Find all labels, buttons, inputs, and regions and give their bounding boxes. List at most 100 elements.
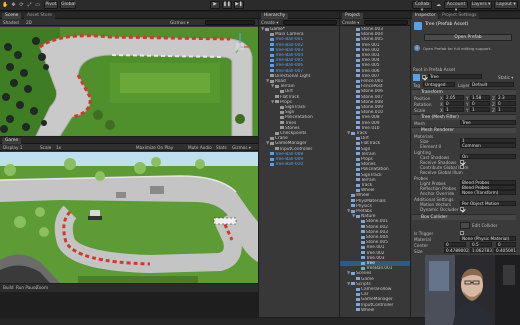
gameobject-icon [270, 162, 274, 166]
collider-material-field[interactable]: None (Physic Material) [460, 236, 516, 241]
account-dropdown[interactable]: Account ▾ [444, 1, 468, 13]
project-create-dropdown[interactable]: Create ▾ [342, 20, 359, 25]
gameobject-icon [270, 136, 274, 140]
anchor-override-field[interactable]: None (Transform) [460, 190, 516, 195]
mute-audio-toggle[interactable]: Mute Audio [188, 145, 212, 150]
game-viewport[interactable] [0, 152, 258, 283]
project-search-input[interactable] [364, 20, 408, 25]
gameobject-icon [275, 84, 279, 88]
rotation-y-field[interactable]: 0 [470, 101, 490, 106]
receive-shadows-checkbox[interactable] [460, 160, 464, 164]
step-button[interactable]: ▶❚ [234, 1, 244, 9]
layer-dropdown[interactable]: Default [470, 82, 514, 87]
hand-icon[interactable]: ✋ [2, 2, 9, 8]
gizmos-dropdown[interactable]: Gizmos ▾ [170, 20, 189, 25]
position-z-field[interactable]: 2.3 [496, 95, 516, 100]
active-checkbox[interactable] [422, 75, 426, 79]
asset-icon [356, 89, 360, 93]
project-row[interactable]: Wheel [340, 308, 410, 313]
dynamic-occluder-checkbox[interactable] [460, 207, 464, 211]
cloud-icon[interactable]: ☁ [435, 2, 442, 8]
maximize-on-play-toggle[interactable]: Maximize On Play [136, 145, 173, 150]
stats-toggle[interactable]: Stats [216, 145, 227, 150]
contribute-gi-checkbox[interactable] [460, 165, 464, 169]
scale-z-field[interactable]: 1 [496, 107, 516, 112]
gameobject-icon [270, 43, 274, 47]
info-icon: i [414, 45, 420, 51]
2d-toggle[interactable]: 2D [26, 20, 32, 25]
pause-button[interactable]: ❚❚ [222, 1, 232, 9]
center-y-field[interactable]: 0.5 [470, 242, 492, 247]
footer-run-pause[interactable]: Run Pause [16, 285, 38, 290]
footer-zoom[interactable]: Zoom [36, 285, 48, 290]
footer-build[interactable]: Build [3, 285, 14, 290]
asset-icon [351, 199, 355, 203]
asset-icon [356, 121, 360, 125]
tab-project-settings[interactable]: Project Settings [439, 13, 480, 19]
asset-icon [356, 303, 360, 307]
tag-dropdown[interactable]: Untagged [423, 82, 455, 87]
move-icon[interactable]: ✥ [10, 2, 17, 8]
hierarchy-row[interactable]: Tree-Ball-010 [259, 162, 339, 167]
center-z-field[interactable]: 0 [496, 242, 516, 247]
gameobject-icon [280, 89, 284, 93]
scale-value[interactable]: 1x [56, 145, 61, 150]
edit-collider-button[interactable] [460, 222, 470, 229]
play-button[interactable]: ▶ [210, 1, 220, 9]
rotate-icon[interactable]: ⟳ [18, 2, 25, 8]
asset-icon [356, 27, 360, 31]
is-trigger-checkbox[interactable] [460, 231, 464, 235]
gameobject-icon [270, 74, 274, 78]
mesh-renderer-header[interactable]: Mesh Renderer [412, 127, 516, 133]
rotation-x-field[interactable]: 0 [444, 101, 464, 106]
scale-label: Scale [40, 145, 52, 150]
collab-dropdown[interactable]: Collab ▾ [412, 1, 432, 13]
asset-icon [356, 167, 360, 171]
gameobject-icon [270, 32, 274, 36]
rect-icon[interactable]: ▭ [34, 2, 41, 8]
box-collider-header[interactable]: Box Collider [412, 214, 516, 220]
size-z-field[interactable]: 0.405001 [494, 248, 516, 253]
size-x-field[interactable]: 0.4789002 [444, 248, 469, 253]
tab-inspector[interactable]: Inspector [412, 13, 439, 19]
open-prefab-button[interactable]: Open Prefab [424, 34, 512, 41]
object-name-field[interactable]: Tree [428, 74, 482, 79]
position-x-field[interactable]: 2.05 [444, 95, 464, 100]
layer-label: Layer [458, 83, 470, 88]
scale-icon[interactable]: ⤢ [26, 2, 33, 8]
motion-vectors-dropdown[interactable]: Per Object Motion [460, 201, 516, 206]
size-y-field[interactable]: 1.062783 [470, 248, 492, 253]
pivot-toggle[interactable]: Pivot [44, 1, 58, 9]
project-tabstrip: Project [340, 12, 410, 19]
asset-icon [351, 193, 355, 197]
gameobject-icon [280, 115, 284, 119]
gameobject-icon [270, 48, 274, 52]
layout-dropdown[interactable]: Layout ▾ [494, 1, 518, 9]
gameobject-icon [270, 157, 274, 161]
game-gizmos-dropdown[interactable]: Gizmos ▾ [232, 145, 251, 150]
scale-x-field[interactable]: 1 [444, 107, 464, 112]
layers-dropdown[interactable]: Layers ▾ [470, 1, 492, 9]
cast-shadows-dropdown[interactable]: On [460, 154, 516, 159]
scene-search-input[interactable] [205, 20, 255, 25]
position-y-field[interactable]: 1.58 [470, 95, 490, 100]
element-field[interactable]: Common [460, 143, 516, 148]
display-dropdown[interactable]: Display 1 [3, 145, 22, 150]
center-x-field[interactable]: 0 [444, 242, 466, 247]
scene-viewport[interactable] [0, 27, 258, 136]
scale-y-field[interactable]: 1 [470, 107, 490, 112]
rotation-z-field[interactable]: 0 [496, 101, 516, 106]
asset-icon [351, 271, 355, 275]
shading-mode-dropdown[interactable]: Shaded [3, 20, 19, 25]
hierarchy-search-input[interactable] [283, 20, 337, 25]
global-toggle[interactable]: Global [60, 1, 76, 9]
asset-icon [356, 297, 360, 301]
gameobject-icon [280, 121, 284, 125]
asset-icon [356, 105, 360, 109]
scene-panel: Scene Asset Store Shaded 2D Gizmos ▾ [0, 12, 258, 136]
asset-icon [356, 147, 360, 151]
static-dropdown[interactable]: Static ▾ [498, 75, 513, 80]
center-label: Center [414, 243, 429, 248]
hierarchy-create-dropdown[interactable]: Create ▾ [261, 20, 278, 25]
mesh-field[interactable]: Tree [460, 120, 516, 125]
